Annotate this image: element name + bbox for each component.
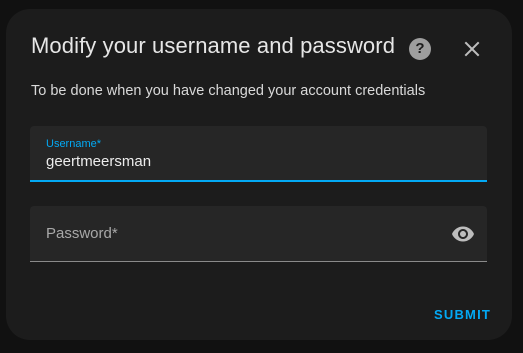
eye-icon[interactable]: [451, 222, 475, 246]
submit-button[interactable]: SUBMIT: [434, 307, 491, 322]
username-input[interactable]: [46, 153, 426, 170]
username-field[interactable]: Username*: [30, 126, 487, 182]
username-label: Username*: [46, 138, 102, 150]
password-label: Password*: [46, 225, 118, 242]
close-icon[interactable]: [460, 37, 484, 61]
password-field[interactable]: Password*: [30, 206, 487, 262]
dialog-subtitle: To be done when you have changed your ac…: [31, 83, 426, 99]
help-icon[interactable]: ?: [409, 38, 431, 60]
dialog-title: Modify your username and password: [31, 33, 396, 58]
credentials-dialog: Modify your username and password ? To b…: [6, 9, 512, 340]
